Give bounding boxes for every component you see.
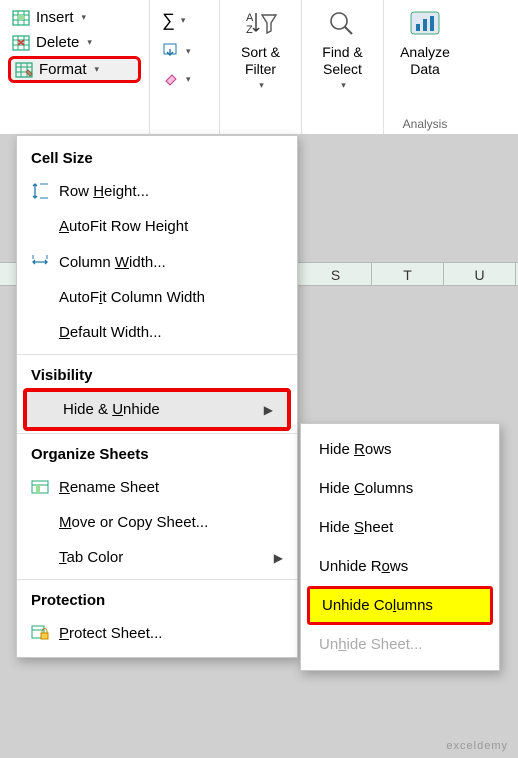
col-header[interactable]: T <box>372 263 444 285</box>
chevron-right-icon: ▶ <box>264 403 273 417</box>
insert-icon <box>12 10 30 26</box>
sigma-icon: ∑ <box>162 10 175 31</box>
chevron-down-icon: ▾ <box>341 80 346 91</box>
submenu-unhide-columns[interactable]: Unhide Columns <box>307 586 493 625</box>
menu-header-organize: Organize Sheets <box>17 438 297 469</box>
chevron-down-icon: ▾ <box>259 80 264 91</box>
col-header[interactable]: S <box>300 263 372 285</box>
col-header[interactable]: U <box>444 263 516 285</box>
delete-icon <box>12 35 30 51</box>
chevron-down-icon: ▾ <box>181 15 186 26</box>
delete-button[interactable]: Delete ▾ <box>8 31 141 54</box>
watermark: exceldemy <box>446 740 508 752</box>
protect-icon <box>31 624 49 642</box>
eraser-icon <box>162 71 180 87</box>
cells-group: Insert ▾ Delete ▾ Format ▾ <box>0 0 150 134</box>
menu-move-copy[interactable]: Move or Copy Sheet... <box>17 505 297 540</box>
menu-protect-sheet[interactable]: Protect Sheet... <box>17 615 297 651</box>
submenu-hide-columns[interactable]: Hide Columns <box>301 469 499 508</box>
format-dropdown-menu: Cell Size Row Height... AutoFit Row Heig… <box>16 135 298 658</box>
menu-autofit-col[interactable]: AutoFit Column Width <box>17 280 297 315</box>
menu-tab-color[interactable]: Tab Color ▶ <box>17 540 297 575</box>
submenu-unhide-sheet: Unhide Sheet... <box>301 625 499 664</box>
menu-rename-sheet[interactable]: Rename Sheet <box>17 469 297 505</box>
editing-icons-1: ∑▾ ▾ ▾ <box>150 0 220 134</box>
analyze-icon <box>407 8 443 40</box>
separator <box>17 579 297 580</box>
ribbon: Insert ▾ Delete ▾ Format ▾ ∑▾ ▾ ▾ AZ Sor… <box>0 0 518 135</box>
fill-button[interactable]: ▾ <box>158 41 195 61</box>
menu-header-protection: Protection <box>17 584 297 615</box>
svg-text:Z: Z <box>246 24 253 36</box>
format-icon <box>15 62 33 78</box>
autosum-button[interactable]: ∑▾ <box>158 8 189 33</box>
chevron-down-icon: ▾ <box>186 46 191 57</box>
menu-col-width[interactable]: Column Width... <box>17 244 297 280</box>
sort-filter-icon: AZ <box>244 9 278 39</box>
hide-unhide-submenu: Hide Rows Hide Columns Hide Sheet Unhide… <box>300 423 500 671</box>
separator <box>17 354 297 355</box>
rename-icon <box>31 478 49 496</box>
separator <box>17 433 297 434</box>
analyze-data-button[interactable]: Analyze Data Analysis <box>384 0 466 134</box>
col-width-icon <box>31 253 49 271</box>
menu-row-height[interactable]: Row Height... <box>17 173 297 209</box>
menu-default-width[interactable]: Default Width... <box>17 315 297 350</box>
find-select-button[interactable]: Find & Select ▾ <box>302 0 384 134</box>
chevron-down-icon: ▾ <box>186 74 191 85</box>
sort-filter-button[interactable]: AZ Sort & Filter ▾ <box>220 0 302 134</box>
submenu-hide-sheet[interactable]: Hide Sheet <box>301 508 499 547</box>
format-button[interactable]: Format ▾ <box>8 56 141 83</box>
insert-button[interactable]: Insert ▾ <box>8 6 141 29</box>
chevron-down-icon: ▾ <box>95 64 100 75</box>
menu-autofit-row[interactable]: AutoFit Row Height <box>17 209 297 244</box>
chevron-down-icon: ▾ <box>82 12 87 23</box>
submenu-hide-rows[interactable]: Hide Rows <box>301 430 499 469</box>
row-height-icon <box>31 182 49 200</box>
clear-button[interactable]: ▾ <box>158 69 195 89</box>
svg-text:A: A <box>246 12 254 24</box>
chevron-down-icon: ▾ <box>87 37 92 48</box>
submenu-unhide-rows[interactable]: Unhide Rows <box>301 547 499 586</box>
menu-hide-unhide[interactable]: Hide & Unhide ▶ <box>23 388 291 431</box>
group-label: Analysis <box>384 117 466 131</box>
fill-down-icon <box>162 43 180 59</box>
menu-header-visibility: Visibility <box>17 359 297 390</box>
find-icon <box>326 9 360 39</box>
chevron-right-icon: ▶ <box>274 551 283 565</box>
menu-header-cellsize: Cell Size <box>17 142 297 173</box>
